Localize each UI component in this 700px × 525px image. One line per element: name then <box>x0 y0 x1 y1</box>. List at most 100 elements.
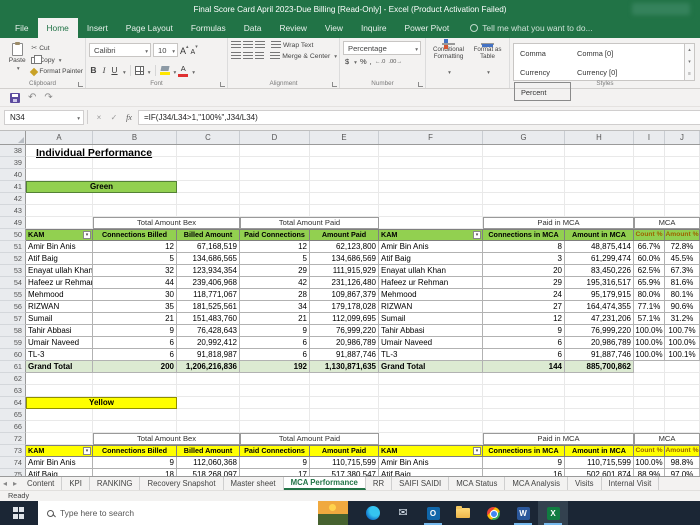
row-header-54[interactable]: 54 <box>0 277 26 289</box>
cell-I38[interactable] <box>634 145 665 157</box>
cell-C39[interactable] <box>177 157 240 169</box>
gallery-scroll[interactable]: ▴ ▾ ≡ <box>685 43 695 81</box>
cell-E53[interactable]: 111,915,929 <box>310 265 379 277</box>
cell-C65[interactable] <box>177 409 240 421</box>
align-top-icon[interactable] <box>231 41 241 49</box>
row-header-39[interactable]: 39 <box>0 157 26 169</box>
cell-A49[interactable] <box>26 217 93 229</box>
cell-F50[interactable]: KAM <box>379 229 483 241</box>
filter-dropdown-icon[interactable] <box>473 447 481 455</box>
cell-E43[interactable] <box>310 205 379 217</box>
cell-F64[interactable] <box>379 397 483 409</box>
row-header-49[interactable]: 49 <box>0 217 26 229</box>
cell-A52[interactable]: Atif Baig <box>26 253 93 265</box>
cell-H63[interactable] <box>565 385 634 397</box>
select-all-corner[interactable] <box>0 131 26 144</box>
gallery-down-icon[interactable]: ▾ <box>685 56 694 68</box>
cell-E56[interactable]: 179,178,028 <box>310 301 379 313</box>
cell-G41[interactable] <box>483 181 565 193</box>
cell-E39[interactable] <box>310 157 379 169</box>
font-dialog-launcher-icon[interactable] <box>220 82 225 87</box>
cell-J75[interactable]: 97.0% <box>665 469 700 476</box>
cell-C53[interactable]: 123,934,354 <box>177 265 240 277</box>
cell-C51[interactable]: 67,168,519 <box>177 241 240 253</box>
cell-B63[interactable] <box>93 385 177 397</box>
row-header-61[interactable]: 61 <box>0 361 26 373</box>
cell-G50[interactable]: Connections in MCA <box>483 229 565 241</box>
row-header-50[interactable]: 50 <box>0 229 26 241</box>
cell-D73[interactable]: Paid Connections <box>240 445 310 457</box>
cell-E60[interactable]: 91,887,746 <box>310 349 379 361</box>
clipboard-dialog-launcher-icon[interactable] <box>78 82 83 87</box>
column-header-D[interactable]: D <box>240 131 310 144</box>
cell-D50[interactable]: Paid Connections <box>240 229 310 241</box>
sheet-tab-recovery-snapshot[interactable]: Recovery Snapshot <box>140 477 223 490</box>
cell-F53[interactable]: Enayat ullah Khan <box>379 265 483 277</box>
cell-A72[interactable] <box>26 433 93 445</box>
cell-E59[interactable]: 20,986,789 <box>310 337 379 349</box>
cell-G49[interactable]: Paid in MCA <box>483 217 634 229</box>
cell-C42[interactable] <box>177 193 240 205</box>
cell-G52[interactable]: 3 <box>483 253 565 265</box>
tell-me-box[interactable]: Tell me what you want to do... <box>470 18 592 38</box>
cell-E65[interactable] <box>310 409 379 421</box>
gallery-up-icon[interactable]: ▴ <box>685 44 694 56</box>
ribbon-tab-view[interactable]: View <box>316 18 352 38</box>
align-bottom-icon[interactable] <box>255 41 265 49</box>
cell-I39[interactable] <box>634 157 665 169</box>
cell-C52[interactable]: 134,686,565 <box>177 253 240 265</box>
cell-G73[interactable]: Connections in MCA <box>483 445 565 457</box>
ribbon-tab-inquire[interactable]: Inquire <box>352 18 396 38</box>
cell-B74[interactable]: 9 <box>93 457 177 469</box>
row-header-40[interactable]: 40 <box>0 169 26 181</box>
cell-D53[interactable]: 29 <box>240 265 310 277</box>
cell-F39[interactable] <box>379 157 483 169</box>
cell-G72[interactable]: Paid in MCA <box>483 433 634 445</box>
cell-H61[interactable]: 885,700,862 <box>565 361 634 373</box>
cell-I43[interactable] <box>634 205 665 217</box>
cell-H60[interactable]: 91,887,746 <box>565 349 634 361</box>
cell-H62[interactable] <box>565 373 634 385</box>
cell-C64[interactable] <box>177 397 240 409</box>
mail-icon[interactable]: ✉ <box>388 501 418 525</box>
cell-H55[interactable]: 95,179,915 <box>565 289 634 301</box>
cell-C75[interactable]: 518,268,097 <box>177 469 240 476</box>
cell-I60[interactable]: 100.0% <box>634 349 665 361</box>
cell-H66[interactable] <box>565 421 634 433</box>
sheet-tab-visits[interactable]: Visits <box>568 477 602 490</box>
grow-font-button[interactable] <box>180 41 189 59</box>
cell-D39[interactable] <box>240 157 310 169</box>
cell-J43[interactable] <box>665 205 700 217</box>
cell-F51[interactable]: Amir Bin Anis <box>379 241 483 253</box>
cell-H43[interactable] <box>565 205 634 217</box>
cell-C50[interactable]: Billed Amount <box>177 229 240 241</box>
format-as-table-button[interactable]: Format as Table <box>468 41 507 77</box>
cell-I64[interactable] <box>634 397 665 409</box>
cell-J74[interactable]: 98.8% <box>665 457 700 469</box>
row-header-55[interactable]: 55 <box>0 289 26 301</box>
cell-A43[interactable] <box>26 205 93 217</box>
cell-A55[interactable]: Mehmood <box>26 289 93 301</box>
cell-I41[interactable] <box>634 181 665 193</box>
cell-F55[interactable]: Mehmood <box>379 289 483 301</box>
cell-style-comma-0-[interactable]: Comma [0] <box>571 44 628 63</box>
cell-E74[interactable]: 110,715,599 <box>310 457 379 469</box>
cell-C43[interactable] <box>177 205 240 217</box>
comma-style-button[interactable]: , <box>370 57 372 66</box>
align-middle-icon[interactable] <box>243 41 253 49</box>
cell-B50[interactable]: Connections Billed <box>93 229 177 241</box>
cell-I57[interactable]: 57.1% <box>634 313 665 325</box>
cell-G64[interactable] <box>483 397 565 409</box>
cell-D62[interactable] <box>240 373 310 385</box>
cell-A40[interactable] <box>26 169 93 181</box>
cell-J62[interactable] <box>665 373 700 385</box>
cell-C56[interactable]: 181,525,561 <box>177 301 240 313</box>
cell-B73[interactable]: Connections Billed <box>93 445 177 457</box>
cell-G75[interactable]: 16 <box>483 469 565 476</box>
cell-J41[interactable] <box>665 181 700 193</box>
sheet-tab-kpi[interactable]: KPI <box>62 477 90 490</box>
sheet-tab-ranking[interactable]: RANKING <box>90 477 141 490</box>
underline-button[interactable]: U <box>110 65 119 75</box>
cell-G65[interactable] <box>483 409 565 421</box>
cell-A66[interactable] <box>26 421 93 433</box>
